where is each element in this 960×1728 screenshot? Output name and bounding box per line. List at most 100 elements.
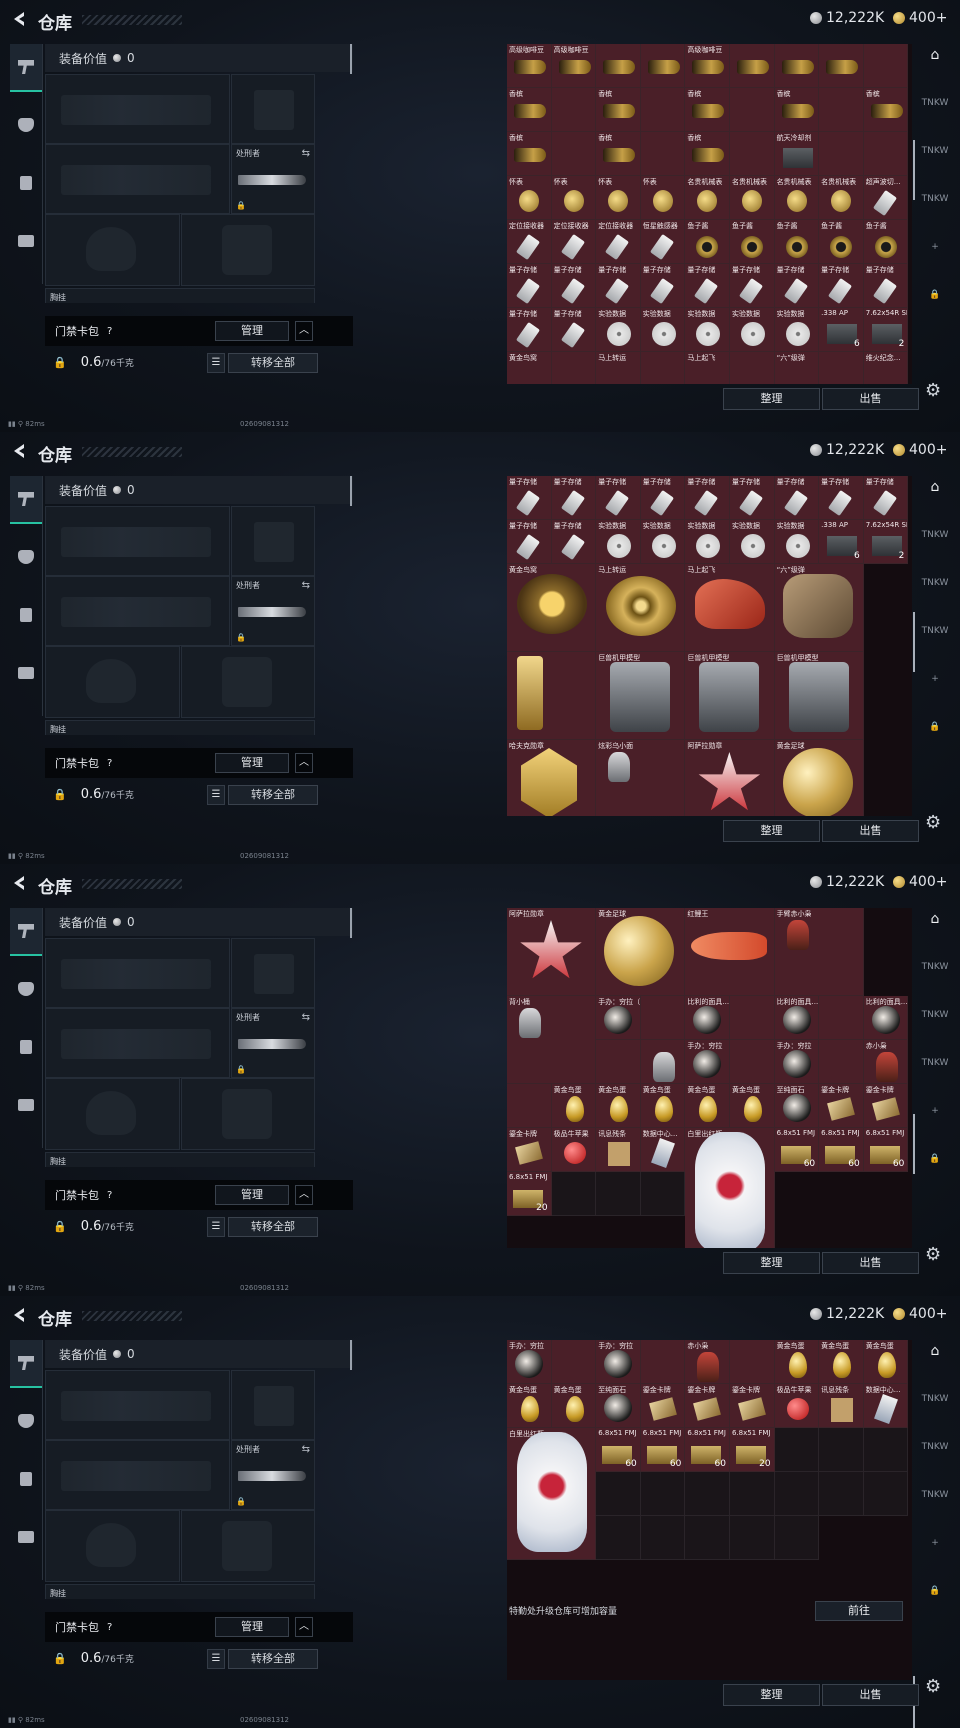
stash-item[interactable]: 量子存储 — [640, 476, 686, 520]
collapse-button[interactable]: ︿ — [295, 321, 313, 341]
stash-item[interactable]: 黄金鸟蛋 — [596, 1084, 641, 1128]
stash-item[interactable]: 黄金鸟蛋 — [551, 1084, 597, 1128]
stash-item-large[interactable] — [507, 652, 597, 740]
stash-item[interactable]: 量子存储 — [685, 476, 730, 520]
back-arrow-icon[interactable] — [12, 442, 26, 460]
stash-item[interactable]: 黄金鸟蛋 — [507, 1384, 552, 1428]
stash-item[interactable]: 量子存储 — [819, 264, 864, 308]
stash-item[interactable]: 香槟 — [863, 88, 909, 132]
stash-tab[interactable]: + — [920, 1532, 950, 1554]
stash-scrollbar[interactable] — [913, 140, 915, 200]
stash-item[interactable]: 量子存储 — [640, 264, 686, 308]
nav-weapons[interactable] — [10, 908, 42, 956]
stash-item[interactable]: 量子存储 — [551, 476, 597, 520]
stash-item[interactable]: 量子存储 — [596, 264, 641, 308]
stash-item[interactable]: 白里出红瓶 — [685, 1128, 775, 1248]
stash-tab[interactable]: TNKW — [920, 956, 950, 978]
nav-bag[interactable] — [10, 1514, 42, 1560]
stash-item[interactable]: 量子存储 — [729, 476, 775, 520]
stash-item[interactable]: 极品牛苹果 — [774, 1384, 820, 1428]
stash-item[interactable] — [819, 132, 864, 176]
list-view-button[interactable]: ☰ — [207, 1649, 225, 1669]
armor-slot[interactable] — [181, 646, 315, 718]
stash-item[interactable] — [640, 1040, 686, 1084]
stash-home-tab[interactable]: ⌂ — [920, 44, 950, 66]
stash-item[interactable]: 手办：穷拉 — [774, 1040, 820, 1084]
stash-item[interactable] — [551, 88, 597, 132]
stash-item-large[interactable]: 哈夫克勋章 — [507, 740, 597, 816]
secondary-weapon-slot[interactable] — [45, 144, 230, 214]
stash-item-large[interactable]: 手臂赤小枭 — [774, 908, 864, 996]
stash-item-large[interactable]: 阿萨拉勋章 — [507, 908, 597, 996]
stash-tab[interactable]: TNKW — [920, 524, 950, 546]
stash-item[interactable]: 至纯面石 — [774, 1084, 820, 1128]
stash-item[interactable]: 香槟 — [685, 132, 730, 176]
gear-icon[interactable]: ⚙ — [925, 1676, 941, 1697]
stash-item[interactable]: 黄金鸟蛋 — [640, 1084, 686, 1128]
nav-weapons[interactable] — [10, 476, 42, 524]
gold-currency[interactable]: 400+ — [893, 10, 947, 26]
stash-item[interactable]: 讯息残条 — [819, 1384, 864, 1428]
stash-item-large[interactable]: 黄金足球 — [596, 908, 686, 996]
stash-item[interactable]: 手办：穷拉 — [507, 1340, 552, 1384]
stash-item[interactable]: 量子存储 — [596, 476, 641, 520]
stash-tab[interactable]: TNKW — [920, 1004, 950, 1026]
secondary-weapon-slot[interactable] — [45, 1008, 230, 1078]
stash-item[interactable]: 量子存储 — [863, 476, 909, 520]
gold-currency[interactable]: 400+ — [893, 874, 947, 890]
stash-item[interactable] — [640, 44, 686, 88]
melee-slot[interactable]: 处刑者 ⇆ 🔒 — [231, 576, 315, 646]
sidearm-slot[interactable] — [231, 938, 315, 1008]
swap-icon[interactable]: ⇆ — [302, 148, 310, 159]
stash-item[interactable] — [729, 132, 775, 176]
stash-item[interactable]: .338 AP 6 — [819, 308, 864, 352]
stash-item[interactable]: 高级咖啡豆 — [551, 44, 597, 88]
nav-armor[interactable] — [10, 1398, 42, 1444]
stash-item[interactable] — [863, 44, 909, 88]
stash-tab[interactable]: TNKW — [920, 92, 950, 114]
stash-item[interactable]: 7.62x54R SNB 2 — [863, 308, 909, 352]
manage-button[interactable]: 管理 — [215, 1617, 289, 1637]
stash-item[interactable]: 怀表 — [640, 176, 686, 220]
stash-item[interactable]: 量子存储 — [774, 476, 820, 520]
stash-tab[interactable]: 🔒 — [920, 716, 950, 738]
stash-item[interactable] — [640, 1340, 686, 1384]
transfer-all-button[interactable]: 转移全部 — [228, 785, 318, 805]
back-arrow-icon[interactable] — [12, 874, 26, 892]
stash-item[interactable]: 6.8x51 FMJ 60 — [596, 1428, 641, 1472]
help-icon[interactable]: ? — [107, 326, 112, 337]
stash-item[interactable] — [640, 996, 686, 1040]
stash-item[interactable]: 实验数据 — [596, 308, 641, 352]
helmet-slot[interactable] — [45, 214, 180, 286]
stash-item[interactable]: 数据中心... — [640, 1128, 686, 1172]
stash-item[interactable]: 量子存储 — [507, 264, 552, 308]
primary-weapon-slot[interactable] — [45, 1370, 230, 1440]
stash-item[interactable] — [640, 132, 686, 176]
stash-item[interactable]: 鱼子酱 — [685, 220, 730, 264]
stash-item[interactable]: 鎏金卡牌 — [685, 1384, 730, 1428]
stash-tab[interactable]: TNKW — [920, 572, 950, 594]
stash-item[interactable] — [819, 44, 864, 88]
nav-bag[interactable] — [10, 218, 42, 264]
list-view-button[interactable]: ☰ — [207, 785, 225, 805]
transfer-all-button[interactable]: 转移全部 — [228, 353, 318, 373]
stash-tab[interactable]: + — [920, 236, 950, 258]
stash-item[interactable]: 比利的面具... — [685, 996, 730, 1040]
stash-item[interactable] — [640, 88, 686, 132]
loadout-scrollbar[interactable] — [350, 476, 352, 506]
stash-item[interactable]: .338 AP 6 — [819, 520, 864, 564]
stash-item[interactable]: 名贵机械表 — [685, 176, 730, 220]
stash-item[interactable]: 实验数据 — [774, 308, 820, 352]
stash-item[interactable]: 实验数据 — [596, 520, 641, 564]
armor-slot[interactable] — [181, 1078, 315, 1150]
stash-item[interactable]: 鱼子酱 — [819, 220, 864, 264]
stash-item[interactable]: 香槟 — [774, 88, 820, 132]
stash-item[interactable]: 定位接收器 — [551, 220, 597, 264]
nav-bag[interactable] — [10, 1082, 42, 1128]
melee-slot[interactable]: 处刑者 ⇆ 🔒 — [231, 1008, 315, 1078]
collapse-button[interactable]: ︿ — [295, 1185, 313, 1205]
stash-item[interactable]: 量子存储 — [729, 264, 775, 308]
stash-item[interactable]: 马上转运 — [596, 352, 641, 384]
stash-item[interactable] — [729, 1340, 775, 1384]
stash-item[interactable]: 香槟 — [685, 88, 730, 132]
